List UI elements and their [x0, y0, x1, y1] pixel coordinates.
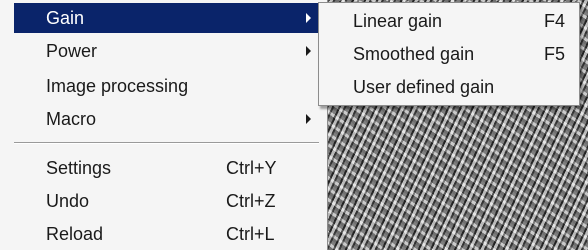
submenu-item-label: User defined gain [353, 76, 495, 97]
menu-separator [14, 142, 319, 144]
submenu-item-shortcut: F4 [544, 10, 566, 31]
menu-item-label: Undo [46, 190, 90, 211]
menu-item-shortcut: Ctrl+L [226, 223, 275, 244]
menu-item-settings[interactable]: Settings Ctrl+Y [14, 153, 319, 183]
submenu-item-label: Linear gain [353, 10, 443, 31]
menu-item-label: Power [46, 40, 98, 61]
menu-item-reload[interactable]: Reload Ctrl+L [14, 219, 319, 249]
submenu-item-linear-gain[interactable]: Linear gain F4 [319, 6, 579, 36]
menu-item-label: Gain [46, 7, 85, 28]
menu-item-macro[interactable]: Macro [14, 104, 319, 134]
menu-item-shortcut: Ctrl+Y [226, 157, 277, 178]
submenu-arrow-icon [306, 13, 311, 23]
submenu-arrow-icon [306, 114, 311, 124]
menu-item-label: Macro [46, 108, 97, 129]
menu-item-undo[interactable]: Undo Ctrl+Z [14, 186, 319, 216]
submenu-item-smoothed-gain[interactable]: Smoothed gain F5 [319, 39, 579, 69]
menu-item-power[interactable]: Power [14, 36, 319, 66]
menu-item-label: Image processing [46, 75, 189, 96]
context-menu: Gain Power Image processing Macro Settin… [0, 0, 328, 250]
menu-item-image-processing[interactable]: Image processing [14, 71, 319, 101]
submenu-item-shortcut: F5 [544, 43, 566, 64]
submenu-item-user-defined-gain[interactable]: User defined gain [319, 72, 579, 102]
menu-item-shortcut: Ctrl+Z [226, 190, 276, 211]
menu-item-label: Reload [46, 223, 104, 244]
gain-submenu: Linear gain F4 Smoothed gain F5 User def… [318, 2, 580, 106]
submenu-item-label: Smoothed gain [353, 43, 475, 64]
menu-item-label: Settings [46, 157, 112, 178]
submenu-arrow-icon [306, 46, 311, 56]
menu-item-gain[interactable]: Gain [14, 3, 319, 33]
